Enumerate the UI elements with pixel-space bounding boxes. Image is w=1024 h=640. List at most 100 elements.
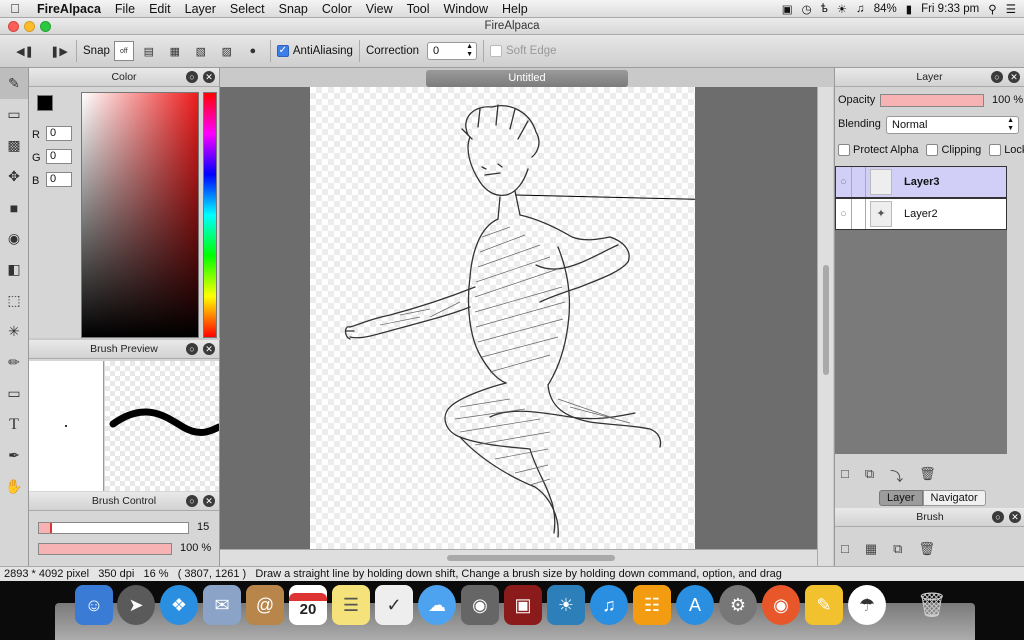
safari-icon[interactable]: ❖ xyxy=(160,585,198,625)
layer-row[interactable]: ○ Layer3 xyxy=(835,166,1007,198)
select-tool-icon[interactable]: ⬚ xyxy=(0,285,28,316)
vertical-scroll-thumb[interactable] xyxy=(823,265,829,375)
brush-size-slider[interactable] xyxy=(38,522,189,534)
select-eraser-tool-icon[interactable]: ▭ xyxy=(0,378,28,409)
menu-help[interactable]: Help xyxy=(495,2,535,16)
fill-rect-tool-icon[interactable]: ■ xyxy=(0,192,28,223)
firealpaca-icon[interactable]: ☂ xyxy=(848,585,886,625)
snap-diagonal-icon[interactable]: ▨ xyxy=(216,41,238,61)
system-preferences-icon[interactable]: ⚙ xyxy=(719,585,757,625)
clipping-checkbox[interactable] xyxy=(926,144,939,156)
menu-select[interactable]: Select xyxy=(223,2,272,16)
merge-down-icon[interactable]: ⤵ xyxy=(890,466,903,484)
panel-close-icon[interactable]: ✕ xyxy=(1009,511,1021,523)
new-brush-icon[interactable]: □ xyxy=(841,541,849,557)
new-layer-icon[interactable]: □ xyxy=(841,466,849,484)
snap-circle-icon[interactable]: ● xyxy=(242,41,264,61)
panel-minimize-icon[interactable]: ○ xyxy=(186,71,198,83)
iphoto-icon[interactable]: ☀ xyxy=(547,585,585,625)
eraser-tool-icon[interactable]: ▭ xyxy=(0,99,28,130)
menu-snap[interactable]: Snap xyxy=(272,2,315,16)
menu-app-name[interactable]: FireAlpaca xyxy=(30,2,108,16)
wifi-icon[interactable]: ☀ xyxy=(837,2,847,16)
antialiasing-checkbox[interactable]: ✓ xyxy=(276,45,289,57)
document-tab[interactable]: Untitled xyxy=(426,70,628,87)
wacom-icon[interactable]: ▣ xyxy=(782,2,793,16)
menu-view[interactable]: View xyxy=(359,2,400,16)
facetime-icon[interactable]: ◉ xyxy=(461,585,499,625)
trash-icon[interactable]: 🗑 xyxy=(913,585,951,625)
panel-close-icon[interactable]: ✕ xyxy=(203,495,215,507)
snap-off-button[interactable]: off xyxy=(113,41,134,61)
gradient-tool-icon[interactable]: ◧ xyxy=(0,254,28,285)
b-input[interactable]: 0 xyxy=(46,172,72,187)
menu-window[interactable]: Window xyxy=(437,2,495,16)
delete-brush-icon[interactable]: 🗑 xyxy=(918,541,935,557)
dot-tool-icon[interactable]: ▩ xyxy=(0,130,28,161)
soft-edge-checkbox[interactable] xyxy=(490,45,503,57)
lock-checkbox[interactable] xyxy=(989,144,1002,156)
mail-icon[interactable]: ✉ xyxy=(203,585,241,625)
tab-navigator[interactable]: Navigator xyxy=(922,490,986,506)
panel-close-icon[interactable]: ✕ xyxy=(203,343,215,355)
clock[interactable]: Fri 9:33 pm xyxy=(921,3,979,15)
hue-slider[interactable] xyxy=(203,92,217,338)
eyedropper-tool-icon[interactable]: ✒ xyxy=(0,440,28,471)
panel-close-icon[interactable]: ✕ xyxy=(203,71,215,83)
calendar-icon[interactable]: 20 xyxy=(289,585,327,625)
text-tool-icon[interactable]: T xyxy=(0,409,28,440)
panel-close-icon[interactable]: ✕ xyxy=(1008,71,1020,83)
firefox-icon[interactable]: ◉ xyxy=(762,585,800,625)
hand-tool-icon[interactable]: ✋ xyxy=(0,471,28,502)
zoom-window-button[interactable] xyxy=(40,21,51,32)
photo-booth-icon[interactable]: ▣ xyxy=(504,585,542,625)
launchpad-icon[interactable]: ➤ xyxy=(117,585,155,625)
horizontal-scroll-thumb[interactable] xyxy=(447,555,615,561)
edit-brush-icon[interactable]: ▦ xyxy=(865,541,877,557)
finder-icon[interactable]: ☺ xyxy=(75,585,113,625)
panel-minimize-icon[interactable]: ○ xyxy=(186,495,198,507)
spotlight-icon[interactable]: ⚲ xyxy=(988,2,996,16)
time-machine-icon[interactable]: ◷ xyxy=(802,2,812,16)
battery-percent[interactable]: 84% xyxy=(874,3,897,15)
pen-tool-icon[interactable]: ✎ xyxy=(0,68,28,99)
r-input[interactable]: 0 xyxy=(46,126,72,141)
panel-minimize-icon[interactable]: ○ xyxy=(186,343,198,355)
correction-stepper[interactable]: 0 ▲ ▼ xyxy=(427,42,478,60)
snap-parallel-icon[interactable]: ▤ xyxy=(138,41,160,61)
menu-tool[interactable]: Tool xyxy=(400,2,437,16)
snap-grid-icon[interactable]: ▦ xyxy=(164,41,186,61)
reminders-icon[interactable]: ✓ xyxy=(375,585,413,625)
contacts-icon[interactable]: @ xyxy=(246,585,284,625)
panel-minimize-icon[interactable]: ○ xyxy=(991,71,1003,83)
battery-icon[interactable]: ▮ xyxy=(906,2,912,16)
paint-app-icon[interactable]: ✎ xyxy=(805,585,843,625)
minimize-window-button[interactable] xyxy=(24,21,35,32)
close-window-button[interactable] xyxy=(8,21,19,32)
select-pen-tool-icon[interactable]: ✏ xyxy=(0,347,28,378)
magic-wand-tool-icon[interactable]: ✳ xyxy=(0,316,28,347)
layer-row[interactable]: ○ ✦ Layer2 xyxy=(835,198,1007,230)
bucket-tool-icon[interactable]: ◉ xyxy=(0,223,28,254)
menu-layer[interactable]: Layer xyxy=(178,2,223,16)
duplicate-brush-icon[interactable]: ⧉ xyxy=(893,541,902,557)
tab-layer[interactable]: Layer xyxy=(879,490,923,506)
protect-alpha-checkbox[interactable] xyxy=(838,144,850,156)
vertical-scrollbar[interactable] xyxy=(817,87,833,566)
menu-color[interactable]: Color xyxy=(315,2,359,16)
apple-menu-icon[interactable]:  xyxy=(0,1,30,16)
blending-select[interactable]: Normal ▲ ▼ xyxy=(886,116,1019,134)
horizontal-scrollbar[interactable] xyxy=(220,549,817,566)
layer-list[interactable]: ○ Layer3 ○ ✦ Layer2 xyxy=(835,166,1007,454)
notification-center-icon[interactable]: ☰ xyxy=(1006,2,1016,16)
brush-opacity-slider[interactable] xyxy=(38,543,172,555)
duplicate-layer-icon[interactable]: ⧉ xyxy=(865,466,874,484)
stepper-arrows-icon[interactable]: ▲ ▼ xyxy=(466,43,473,59)
canvas-viewport[interactable] xyxy=(220,87,817,549)
menu-file[interactable]: File xyxy=(108,2,142,16)
layer-opacity-slider[interactable] xyxy=(880,94,984,107)
undo-button[interactable]: ◀❚ xyxy=(14,41,36,61)
move-tool-icon[interactable]: ✥ xyxy=(0,161,28,192)
canvas-paper[interactable] xyxy=(310,87,695,549)
ibooks-icon[interactable]: ☷ xyxy=(633,585,671,625)
